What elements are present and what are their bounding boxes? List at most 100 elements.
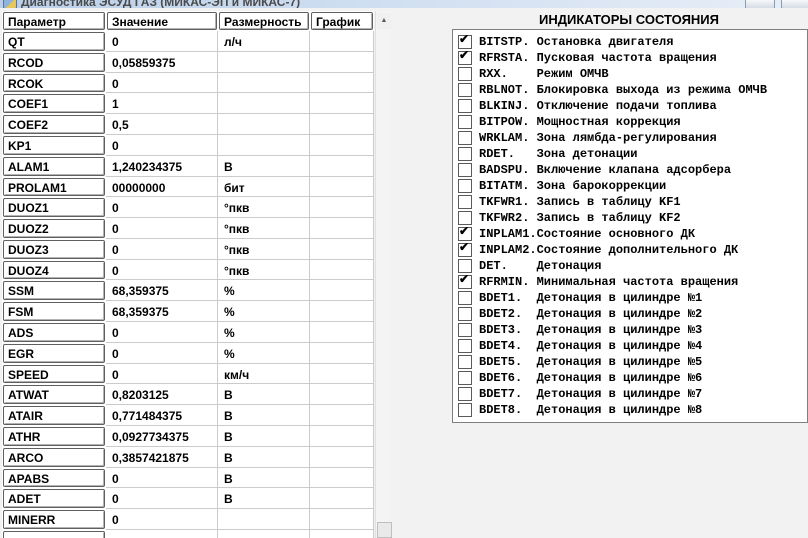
param-cell[interactable]: PROLAM1 [3,177,105,197]
checkbox-unchecked[interactable] [458,211,472,225]
param-cell[interactable]: DUOZ4 [3,260,105,280]
scroll-up-icon[interactable]: ▲ [377,13,391,29]
table-row: EGR 0% [2,342,374,364]
indicator-description: Детонация [536,259,602,273]
indicator-label: BITPOW. Мощностная коррекция [479,115,681,129]
param-cell[interactable]: APABS [3,468,105,488]
table-row: ATWAT 0,8203125 В [2,384,374,406]
param-cell[interactable]: ARCO [3,447,105,467]
checkbox-unchecked[interactable] [458,115,472,129]
param-cell[interactable]: FSM [3,302,105,322]
minimize-button[interactable] [745,0,775,8]
unit-cell: л/ч [218,31,310,52]
param-cell[interactable]: SSM [3,281,105,301]
checkbox-unchecked[interactable] [458,371,472,385]
indicator-code: BDET2. [479,307,523,321]
indicator-label: BDET3. Детонация в цилиндре №3 [479,323,702,337]
graph-cell [310,509,374,530]
app-icon [3,0,17,8]
table-row: PROLAM1 00000000 бит [2,176,374,198]
unit-cell: км/ч [218,363,310,385]
checkbox-unchecked[interactable] [458,259,472,273]
header-parameter[interactable]: Параметр [3,12,105,30]
unit-cell: В [218,488,310,510]
table-row: MINERR 0 [2,509,374,530]
checkbox-unchecked[interactable] [458,291,472,305]
checkbox-unchecked[interactable] [458,323,472,337]
param-cell[interactable]: ATHR [3,427,105,446]
checkbox-unchecked[interactable] [458,99,472,113]
graph-cell [310,114,374,135]
indicator-description: Блокировка выхода из режима ОМЧВ [536,83,768,97]
indicator-code: BITPOW. [479,115,530,129]
graph-cell [310,259,374,281]
checkbox-checked[interactable]: ✔ [458,241,472,257]
checkbox-unchecked[interactable] [458,67,472,81]
param-cell[interactable]: ADS [3,323,105,342]
param-cell[interactable]: RCOK [3,73,105,93]
checkbox-checked[interactable]: ✔ [458,33,472,49]
unit-cell: В [218,405,310,426]
table-row: ADS 0% [2,322,374,343]
checkbox-checked[interactable]: ✔ [458,49,472,65]
checkbox-unchecked[interactable] [458,131,472,145]
indicator-code: RFRSTA. [479,51,530,65]
header-graph[interactable]: График [311,12,373,30]
param-cell[interactable]: RCOD [3,52,105,72]
param-cell[interactable]: DUOZ3 [3,239,105,259]
checkbox-unchecked[interactable] [458,195,472,209]
table-scrollbar[interactable]: ▲ [375,11,392,538]
table-row: APABS 0 В [2,467,374,489]
param-cell[interactable]: ALAM1 [3,156,105,176]
param-cell[interactable]: KP1 [3,135,105,155]
indicator-description: Детонация в цилиндре №1 [536,291,703,305]
checkbox-unchecked[interactable] [458,339,472,353]
checkbox-unchecked[interactable] [458,403,472,417]
header-value[interactable]: Значение [107,12,217,30]
indicator-code: INPLAM2. [479,243,537,257]
unit-cell [218,509,310,530]
checkbox-unchecked[interactable] [458,355,472,369]
checkbox-unchecked[interactable] [458,307,472,321]
checkbox-unchecked[interactable] [458,83,472,97]
unit-cell: % [218,280,310,302]
checkbox-unchecked[interactable] [458,147,472,161]
param-cell[interactable]: COEF1 [3,94,105,114]
indicator-description: Детонация в цилиндре №8 [536,403,703,417]
unit-cell [218,51,310,73]
checkbox-unchecked[interactable] [458,179,472,193]
checkbox-unchecked[interactable] [458,163,472,177]
value-cell: 0,5 [106,114,218,135]
param-cell[interactable]: COEF2 [3,115,105,134]
indicator-description: Мощностная коррекция [536,115,681,129]
indicator-row: BDET7. Детонация в цилиндре №7 [453,386,807,402]
param-cell[interactable]: ADET [3,489,105,509]
indicator-row: BLKINJ. Отключение подачи топлива [453,98,807,114]
param-cell[interactable]: EGR [3,343,105,363]
param-cell[interactable]: SPEED [3,364,105,384]
checkbox-unchecked[interactable] [458,387,472,401]
indicator-row: TKFWR2. Запись в таблицу KF2 [453,210,807,226]
param-cell[interactable]: DUOZ2 [3,219,105,238]
indicator-label: BDET7. Детонация в цилиндре №7 [479,387,702,401]
indicator-row: RBLNOT. Блокировка выхода из режима ОМЧВ [453,82,807,98]
param-cell[interactable]: DUOZ1 [3,198,105,218]
graph-cell [310,238,374,260]
maximize-button[interactable] [781,0,808,8]
indicator-description: Детонация в цилиндре №3 [536,323,703,337]
param-cell[interactable]: MINERR [3,510,105,529]
param-cell[interactable]: ATWAT [3,385,105,405]
unit-cell: бит [218,176,310,198]
param-cell[interactable]: ATAIR [3,406,105,425]
scroll-down-button[interactable] [377,522,392,538]
indicator-code: BLKINJ. [479,99,530,113]
unit-cell [218,93,310,115]
indicator-label: DET. Детонация [479,259,601,273]
indicator-row: BDET3. Детонация в цилиндре №3 [453,322,807,338]
indicator-label: BADSPU. Включение клапана адсорбера [479,163,731,177]
header-unit[interactable]: Размерность [219,12,309,30]
checkbox-checked[interactable]: ✔ [458,225,472,241]
param-cell[interactable] [3,530,105,538]
param-cell[interactable]: QT [3,32,105,51]
checkbox-checked[interactable]: ✔ [458,273,472,289]
